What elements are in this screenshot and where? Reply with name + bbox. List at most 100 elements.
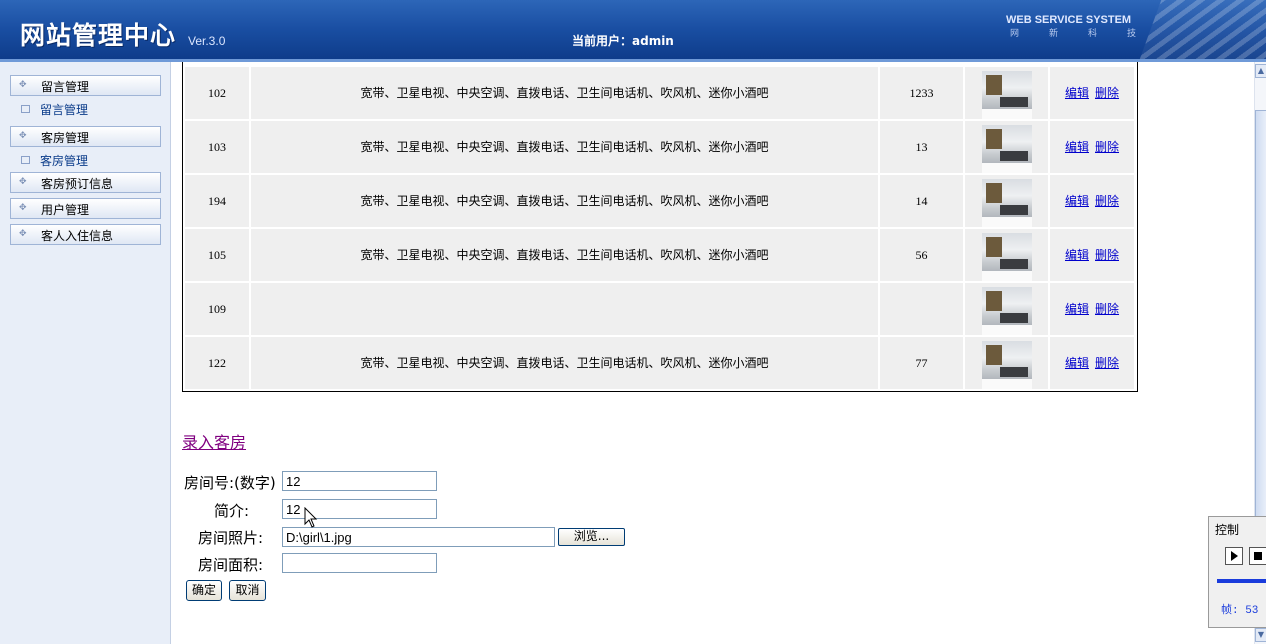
room-photo-cell <box>965 337 1048 389</box>
room-photo-thumbnail <box>982 179 1032 227</box>
sidebar: ✥ 留言管理 留言管理 ✥ 客房管理 客房管理 ✥ 客房预订信息 ✥ 用户管理 … <box>0 62 171 644</box>
photo-label: 房间照片: <box>198 529 264 547</box>
room-description-cell: 宽带、卫星电视、中央空调、直拨电话、卫生间电话机、吹风机、迷你小酒吧 <box>251 229 878 281</box>
room-photo-cell <box>965 283 1048 335</box>
sidebar-item-label: 客房管理 <box>41 131 90 145</box>
sidebar-item-label: 客房预订信息 <box>41 177 114 191</box>
sidebar-item-bookings[interactable]: ✥ 客房预订信息 <box>10 172 161 193</box>
table-row: 105 宽带、卫星电视、中央空调、直拨电话、卫生间电话机、吹风机、迷你小酒吧 56 编… <box>185 229 1134 281</box>
app-title: 网站管理中心 <box>20 21 177 50</box>
edit-link[interactable]: 编辑 <box>1065 302 1089 316</box>
folder-icon <box>21 156 30 164</box>
room-photo-thumbnail <box>982 341 1032 389</box>
room-number-cell: 103 <box>185 121 249 173</box>
room-area-cell: 1233 <box>880 67 963 119</box>
sidebar-item-label: 留言管理 <box>41 80 90 94</box>
area-input[interactable] <box>282 553 437 573</box>
row-actions-cell: 编辑 删除 <box>1050 121 1134 173</box>
play-icon[interactable] <box>1225 547 1243 565</box>
scroll-up-icon[interactable]: ▲ <box>1255 64 1266 78</box>
room-number-cell: 102 <box>185 67 249 119</box>
room-photo-thumbnail <box>982 287 1032 335</box>
table-row: 122 宽带、卫星电视、中央空调、直拨电话、卫生间电话机、吹风机、迷你小酒吧 77 编… <box>185 337 1134 389</box>
stop-icon[interactable] <box>1249 547 1266 565</box>
sidebar-item-label: 客人入住信息 <box>41 229 114 243</box>
room-area-cell: 13 <box>880 121 963 173</box>
edit-link[interactable]: 编辑 <box>1065 194 1089 208</box>
room-number-cell: 194 <box>185 175 249 227</box>
table-row: 194 宽带、卫星电视、中央空调、直拨电话、卫生间电话机、吹风机、迷你小酒吧 14 编… <box>185 175 1134 227</box>
room-photo-cell <box>965 121 1048 173</box>
sidebar-item-rooms[interactable]: ✥ 客房管理 <box>10 126 161 147</box>
room-description-cell: 宽带、卫星电视、中央空调、直拨电话、卫生间电话机、吹风机、迷你小酒吧 <box>251 175 878 227</box>
table-row: 102 宽带、卫星电视、中央空调、直拨电话、卫生间电话机、吹风机、迷你小酒吧 123… <box>185 67 1134 119</box>
room-number-cell: 105 <box>185 229 249 281</box>
delete-link[interactable]: 删除 <box>1095 140 1119 154</box>
row-actions-cell: 编辑 删除 <box>1050 67 1134 119</box>
room-number-cell: 109 <box>185 283 249 335</box>
intro-label: 简介: <box>214 502 250 520</box>
sidebar-subitem-rooms[interactable]: 客房管理 <box>10 151 159 169</box>
cancel-button[interactable]: 取消 <box>229 580 266 601</box>
rooms-table: 102 宽带、卫星电视、中央空调、直拨电话、卫生间电话机、吹风机、迷你小酒吧 123… <box>182 62 1138 392</box>
delete-link[interactable]: 删除 <box>1095 194 1119 208</box>
sidebar-subitem-messages[interactable]: 留言管理 <box>10 100 159 118</box>
room-description-cell: 宽带、卫星电视、中央空调、直拨电话、卫生间电话机、吹风机、迷你小酒吧 <box>251 121 878 173</box>
edit-link[interactable]: 编辑 <box>1065 86 1089 100</box>
bullet-icon: ✥ <box>19 80 27 90</box>
sidebar-item-users[interactable]: ✥ 用户管理 <box>10 198 161 219</box>
edit-link[interactable]: 编辑 <box>1065 140 1089 154</box>
room-photo-cell <box>965 229 1048 281</box>
room-number-cell: 122 <box>185 337 249 389</box>
sidebar-item-label: 留言管理 <box>40 103 89 117</box>
room-photo-cell <box>965 67 1048 119</box>
room-number-input[interactable] <box>282 471 437 491</box>
row-actions-cell: 编辑 删除 <box>1050 175 1134 227</box>
table-row: 103 宽带、卫星电视、中央空调、直拨电话、卫生间电话机、吹风机、迷你小酒吧 13 编… <box>185 121 1134 173</box>
room-description-cell: 宽带、卫星电视、中央空调、直拨电话、卫生间电话机、吹风机、迷你小酒吧 <box>251 337 878 389</box>
folder-icon <box>21 105 30 113</box>
room-description-cell: 宽带、卫星电视、中央空调、直拨电话、卫生间电话机、吹风机、迷你小酒吧 <box>251 67 878 119</box>
edit-link[interactable]: 编辑 <box>1065 356 1089 370</box>
room-photo-thumbnail <box>982 125 1032 173</box>
current-user: 当前用户：admin <box>572 34 674 48</box>
bullet-icon: ✥ <box>19 131 27 141</box>
app-version: Ver.3.0 <box>188 34 226 48</box>
mouse-cursor-icon <box>304 507 318 528</box>
delete-link[interactable]: 删除 <box>1095 248 1119 262</box>
room-description-cell <box>251 283 878 335</box>
ok-button[interactable]: 确定 <box>186 580 222 601</box>
app-header: 网站管理中心 Ver.3.0 当前用户：admin WEB SERVICE SY… <box>0 0 1266 62</box>
bullet-icon: ✥ <box>19 177 27 187</box>
control-title: 控制 <box>1215 523 1240 537</box>
bullet-icon: ✥ <box>19 203 27 213</box>
room-area-cell: 14 <box>880 175 963 227</box>
delete-link[interactable]: 删除 <box>1095 86 1119 100</box>
room-area-cell <box>880 283 963 335</box>
room-number-label: 房间号:(数字) <box>184 474 276 492</box>
sidebar-item-label: 客房管理 <box>40 154 89 168</box>
room-photo-thumbnail <box>982 233 1032 281</box>
sidebar-item-messages[interactable]: ✥ 留言管理 <box>10 75 161 96</box>
row-actions-cell: 编辑 删除 <box>1050 283 1134 335</box>
control-panel: 控制 帧: 53 <box>1208 516 1266 628</box>
room-area-cell: 56 <box>880 229 963 281</box>
add-room-link[interactable]: 录入客房 <box>182 429 246 453</box>
table-row: 109 编辑 删除 <box>185 283 1134 335</box>
area-label: 房间面积: <box>198 556 264 574</box>
room-photo-cell <box>965 175 1048 227</box>
scroll-down-icon[interactable]: ▼ <box>1255 628 1266 642</box>
photo-file-input[interactable] <box>282 527 555 547</box>
row-actions-cell: 编辑 删除 <box>1050 229 1134 281</box>
frame-counter: 帧: 53 <box>1221 605 1259 617</box>
browse-button[interactable]: 浏览... <box>558 528 625 546</box>
bullet-icon: ✥ <box>19 229 27 239</box>
sidebar-item-label: 用户管理 <box>41 203 90 217</box>
delete-link[interactable]: 删除 <box>1095 302 1119 316</box>
delete-link[interactable]: 删除 <box>1095 356 1119 370</box>
brand-logo: WEB SERVICE SYSTEM <box>1006 14 1132 26</box>
room-area-cell: 77 <box>880 337 963 389</box>
edit-link[interactable]: 编辑 <box>1065 248 1089 262</box>
sidebar-item-checkins[interactable]: ✥ 客人入住信息 <box>10 224 161 245</box>
playback-progress[interactable] <box>1217 579 1266 583</box>
